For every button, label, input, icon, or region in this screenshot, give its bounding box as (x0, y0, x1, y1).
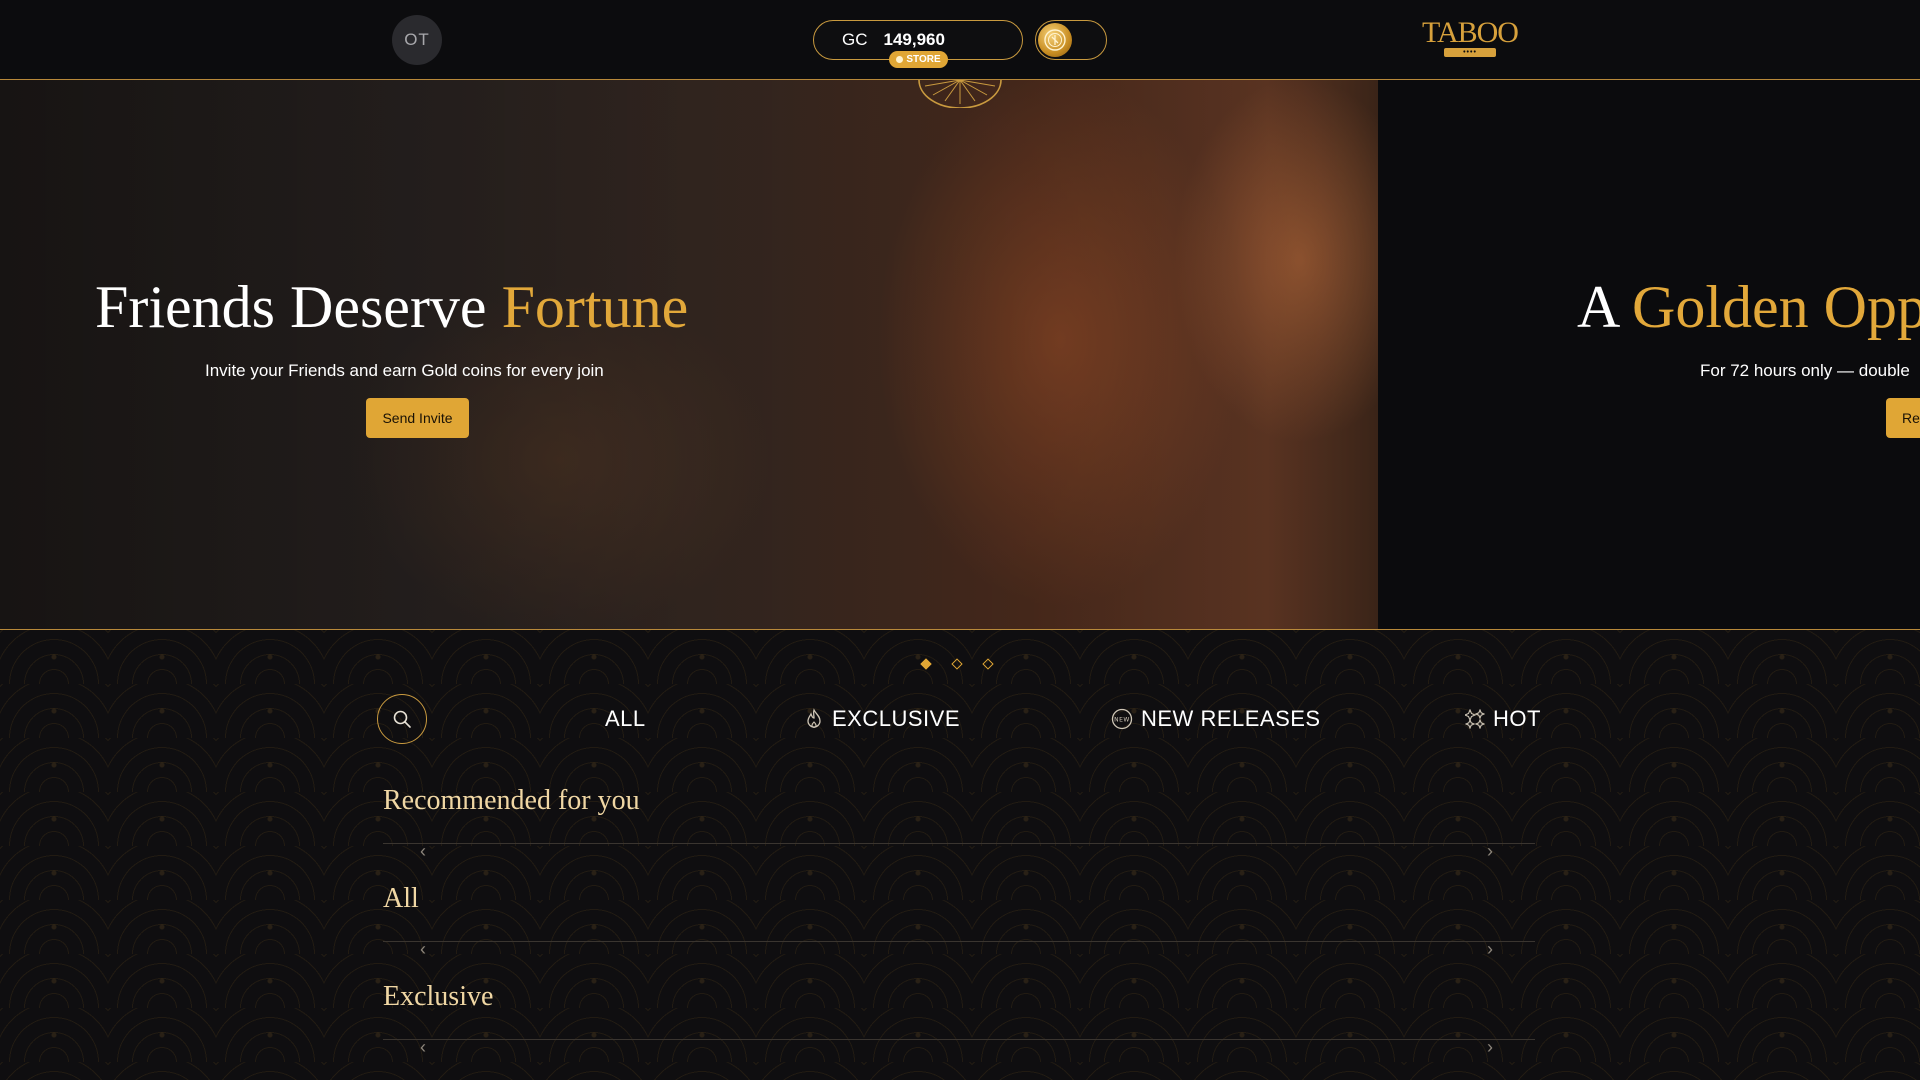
currency-toggle[interactable] (1035, 20, 1107, 60)
carousel-dot-3[interactable] (982, 658, 994, 670)
hero-title-main-next: A (1577, 274, 1618, 340)
tab-hot-label: HOT (1493, 706, 1541, 731)
chevron-left-icon[interactable]: ‹ (420, 842, 426, 860)
row-divider (383, 941, 1535, 942)
chevron-right-icon[interactable]: › (1487, 1038, 1493, 1056)
tab-exclusive-label: EXCLUSIVE (832, 706, 960, 731)
hero-title-accent-next: Golden Opp (1632, 274, 1920, 340)
chevron-left-icon[interactable]: ‹ (420, 1038, 426, 1056)
hero-title: Friends Deserve Fortune (95, 273, 688, 342)
hero-slide-invite (0, 80, 1378, 629)
row-divider (383, 1039, 1535, 1040)
store-label: STORE (906, 54, 941, 65)
section-title-all: All (383, 883, 419, 914)
hero-slide-golden (1378, 80, 1920, 629)
coin-icon (896, 56, 904, 63)
send-invite-button[interactable]: Send Invite (366, 398, 469, 438)
games-section: ALL EXCLUSIVE NEW NEW RELEASES HOT Recom… (0, 629, 1920, 1080)
currency-label: GC (842, 30, 868, 49)
store-button[interactable]: STORE (889, 51, 948, 68)
tab-new-releases[interactable]: NEW NEW RELEASES (1111, 706, 1321, 732)
chevron-right-icon[interactable]: › (1487, 940, 1493, 958)
tab-all[interactable]: ALL (605, 706, 646, 732)
new-badge-icon: NEW (1111, 708, 1133, 730)
hero-subtitle: Invite your Friends and earn Gold coins … (205, 361, 604, 380)
fan-ornament-icon (918, 80, 1002, 108)
section-title-exclusive: Exclusive (383, 981, 494, 1012)
chevron-left-icon[interactable]: ‹ (420, 940, 426, 958)
carousel-dots (920, 658, 994, 670)
chevron-right-icon[interactable]: › (1487, 842, 1493, 860)
flame-icon (807, 708, 821, 729)
taboo-logo[interactable]: TABOO •••• (1418, 14, 1522, 62)
carousel-dot-1[interactable] (920, 658, 932, 670)
balance-amount: 149,960 (883, 30, 945, 49)
logo-text: TABOO (1422, 16, 1519, 49)
sparkle-icon (1465, 709, 1485, 729)
tab-all-label: ALL (605, 706, 646, 731)
section-title-recommended: Recommended for you (383, 785, 640, 816)
logo-subtext: •••• (1444, 48, 1496, 57)
hero-title-next: A Golden Opp (1577, 273, 1920, 342)
gold-coin-icon (1038, 23, 1072, 57)
tab-hot[interactable]: HOT (1465, 706, 1541, 732)
top-header: OT GC 149,960 STORE TABOO •••• (0, 0, 1920, 80)
hero-next-button[interactable]: Re (1886, 398, 1920, 438)
search-button[interactable] (377, 694, 427, 744)
hero-title-main: Friends Deserve (95, 274, 487, 340)
tab-exclusive[interactable]: EXCLUSIVE (804, 706, 960, 732)
carousel-dot-2[interactable] (951, 658, 963, 670)
user-avatar[interactable]: OT (392, 15, 442, 65)
hero-carousel[interactable]: Friends Deserve Fortune Invite your Frie… (0, 80, 1920, 629)
svg-text:NEW: NEW (1114, 717, 1130, 724)
tab-new-releases-label: NEW RELEASES (1141, 706, 1321, 731)
hero-title-accent: Fortune (501, 274, 689, 340)
hero-subtitle-next: For 72 hours only — double (1700, 361, 1910, 380)
row-divider (383, 843, 1535, 844)
search-icon (393, 710, 411, 728)
